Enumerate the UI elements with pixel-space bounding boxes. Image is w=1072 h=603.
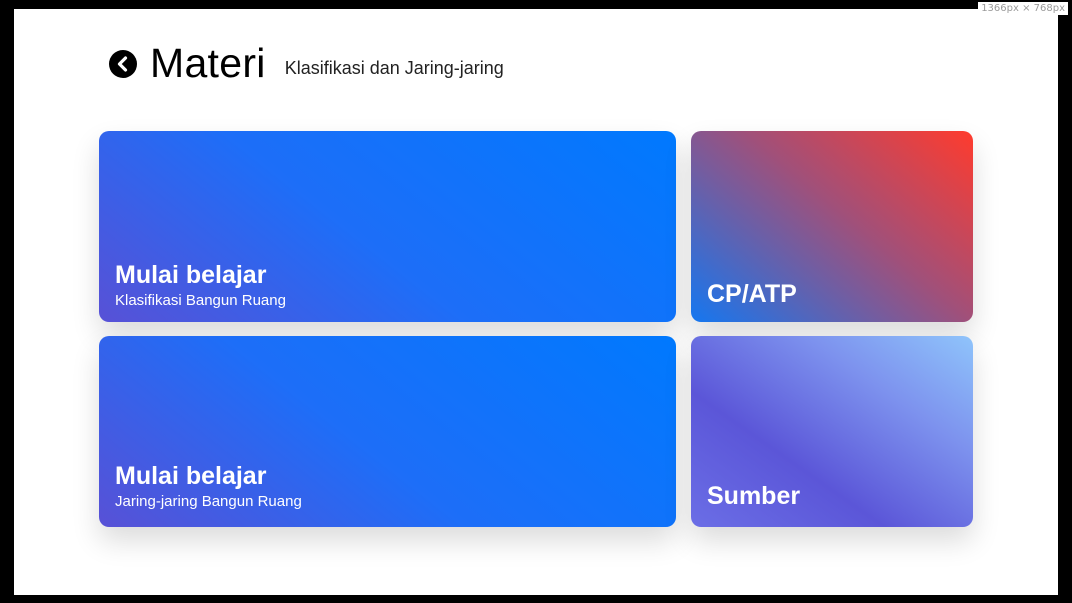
- card-mulai-belajar-jaring-jaring[interactable]: Mulai belajar Jaring-jaring Bangun Ruang: [99, 336, 676, 527]
- card-heading: Mulai belajar: [115, 461, 267, 490]
- page: Materi Klasifikasi dan Jaring-jaring Mul…: [14, 9, 1058, 595]
- card-cp-atp[interactable]: CP/ATP: [691, 131, 973, 322]
- viewport-size-badge: 1366px × 768px: [978, 2, 1068, 15]
- card-text: Mulai belajar Klasifikasi Bangun Ruang: [115, 260, 286, 309]
- card-heading: CP/ATP: [707, 279, 797, 308]
- card-text: Mulai belajar Jaring-jaring Bangun Ruang: [115, 461, 302, 510]
- card-subheading: Jaring-jaring Bangun Ruang: [115, 493, 302, 510]
- page-title: Materi: [150, 40, 266, 86]
- chevron-left-icon: [117, 55, 128, 72]
- card-subheading: Klasifikasi Bangun Ruang: [115, 292, 286, 309]
- card-heading: Sumber: [707, 481, 801, 510]
- card-text: Sumber: [707, 481, 801, 511]
- page-header: Materi Klasifikasi dan Jaring-jaring: [109, 43, 504, 84]
- card-text: CP/ATP: [707, 279, 797, 309]
- card-heading: Mulai belajar: [115, 260, 267, 289]
- card-sumber[interactable]: Sumber: [691, 336, 973, 527]
- card-mulai-belajar-klasifikasi[interactable]: Mulai belajar Klasifikasi Bangun Ruang: [99, 131, 676, 322]
- back-button[interactable]: [109, 49, 137, 78]
- page-subtitle: Klasifikasi dan Jaring-jaring: [284, 58, 504, 78]
